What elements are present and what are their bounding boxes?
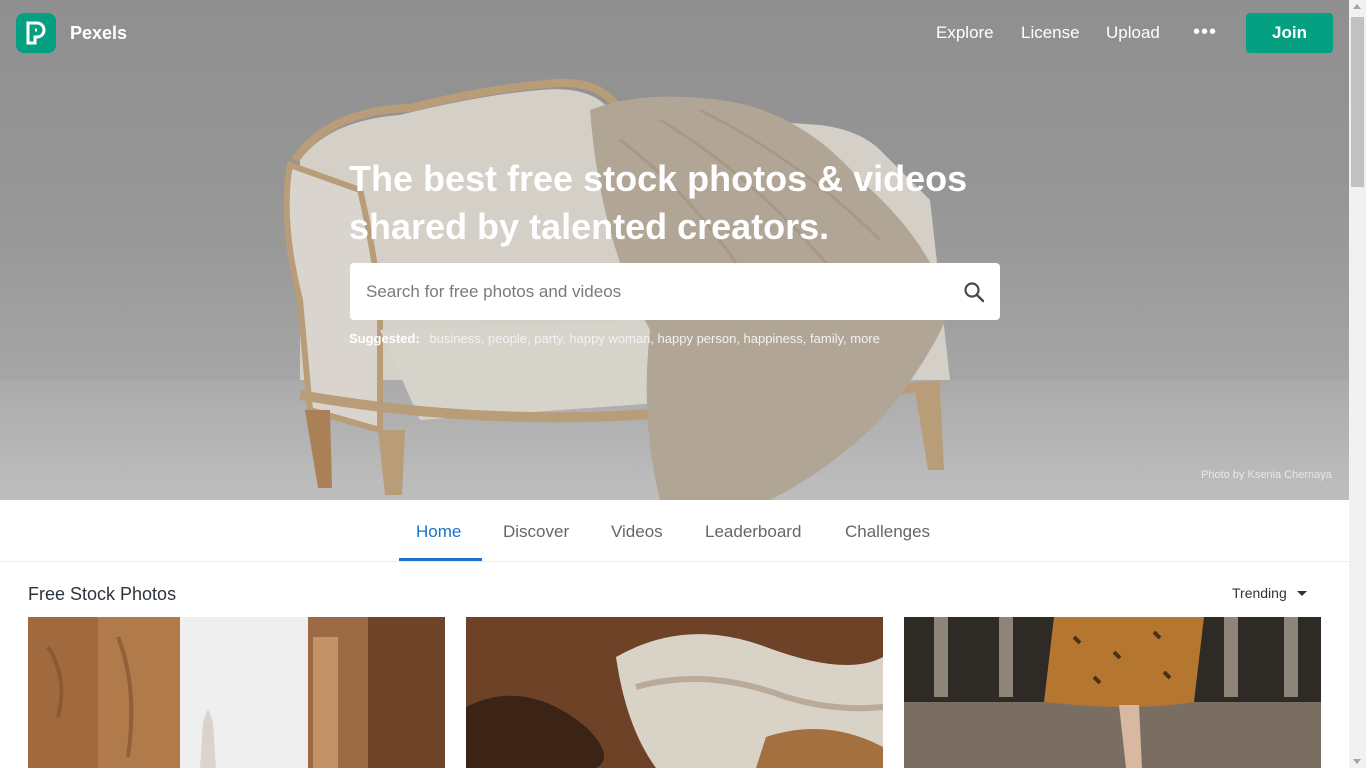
search-bar bbox=[350, 263, 1000, 320]
nav-explore[interactable]: Explore bbox=[936, 23, 994, 43]
sort-dropdown[interactable]: Trending bbox=[1232, 585, 1307, 601]
search-icon[interactable] bbox=[962, 280, 986, 304]
pexels-logo[interactable] bbox=[16, 13, 56, 53]
photo-rock-texture bbox=[466, 617, 883, 768]
tab-home[interactable]: Home bbox=[416, 522, 461, 542]
sort-label: Trending bbox=[1232, 585, 1287, 601]
scroll-up-icon[interactable] bbox=[1353, 4, 1361, 9]
search-input[interactable] bbox=[366, 263, 936, 320]
pexels-logo-icon bbox=[26, 21, 46, 45]
photo-card[interactable] bbox=[28, 617, 445, 768]
feed-title: Free Stock Photos bbox=[28, 584, 177, 604]
page-scrollbar[interactable] bbox=[1349, 0, 1366, 768]
scroll-down-icon[interactable] bbox=[1353, 759, 1361, 764]
chevron-down-icon bbox=[1296, 590, 1307, 596]
suggested-searches: Suggested: business, people, party, happ… bbox=[349, 331, 880, 346]
scroll-thumb[interactable] bbox=[1351, 17, 1364, 187]
photo-floral-dress bbox=[904, 617, 1321, 768]
hero-headline: The best free stock photos & videos shar… bbox=[349, 158, 968, 247]
more-menu-icon[interactable]: ••• bbox=[1193, 22, 1217, 42]
active-tab-indicator bbox=[399, 558, 482, 561]
tab-challenges[interactable]: Challenges bbox=[845, 522, 930, 542]
photo-credit[interactable]: Photo by Ksenia Chernaya bbox=[1201, 469, 1332, 481]
tab-leaderboard[interactable]: Leaderboard bbox=[705, 522, 801, 542]
photo-card[interactable] bbox=[466, 617, 883, 768]
suggested-label: Suggested: bbox=[349, 331, 420, 346]
main-tabs: Home Discover Videos Leaderboard Challen… bbox=[0, 500, 1349, 562]
nav-license[interactable]: License bbox=[1021, 23, 1080, 43]
tab-discover[interactable]: Discover bbox=[503, 522, 569, 542]
tab-videos[interactable]: Videos bbox=[611, 522, 663, 542]
nav-upload[interactable]: Upload bbox=[1106, 23, 1160, 43]
photo-temple-columns bbox=[28, 617, 445, 768]
suggested-tags[interactable]: business, people, party, happy woman, ha… bbox=[429, 331, 879, 346]
brand-name[interactable]: Pexels bbox=[70, 23, 127, 44]
photo-card[interactable] bbox=[904, 617, 1321, 768]
join-button[interactable]: Join bbox=[1246, 13, 1333, 53]
